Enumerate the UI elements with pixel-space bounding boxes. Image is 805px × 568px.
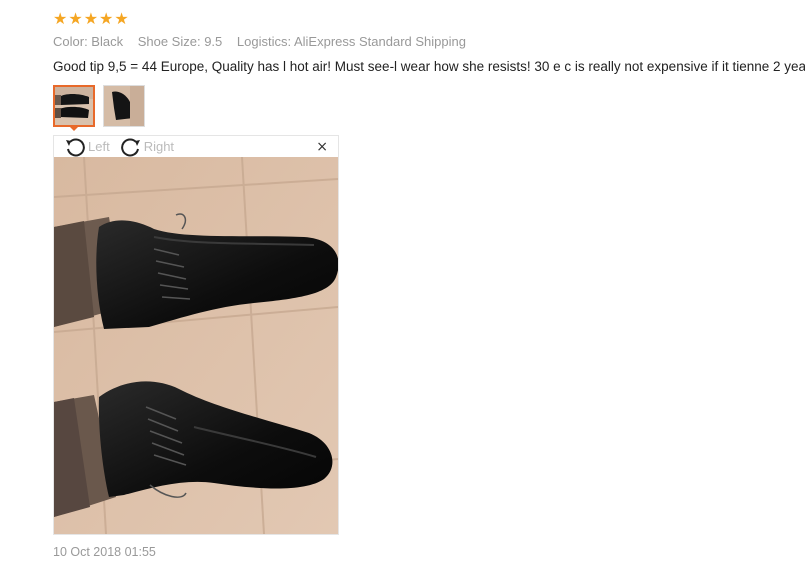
thumbnail-image [55,87,93,125]
thumbnail-2[interactable] [103,85,145,127]
review-meta: Color: Black Shoe Size: 9.5 Logistics: A… [53,34,477,49]
star-icon: ★ [83,9,99,28]
thumbnail-image [104,86,144,126]
image-viewer: Left Right × [53,135,339,535]
meta-logistics: Logistics: AliExpress Standard Shipping [236,34,466,49]
active-thumbnail-pointer [68,125,80,131]
star-icon: ★ [114,9,129,28]
rotate-right-button[interactable]: Right [120,137,174,157]
meta-color: Color: Black [53,34,124,49]
rotate-left-label: Left [88,139,110,154]
review-photo [54,157,338,534]
close-icon[interactable]: × [316,139,328,155]
review-text: Good tip 9,5 = 44 Europe, Quality has l … [53,59,805,74]
thumbnail-strip [53,85,145,127]
rotate-right-icon [120,137,140,156]
viewer-toolbar: Left Right × [54,136,338,157]
rotate-right-label: Right [143,139,175,154]
rating-stars: ★ ★ ★ ★ ★ [53,11,129,27]
thumbnail-1[interactable] [53,85,95,127]
rotate-left-button[interactable]: Left [64,137,110,157]
rotate-left-icon [66,137,85,156]
star-icon: ★ [99,9,114,28]
star-icon: ★ [53,9,68,28]
boots-photo [54,157,338,534]
meta-shoe-size: Shoe Size: 9.5 [137,34,223,49]
review-date: 10 Oct 2018 01:55 [53,545,156,559]
star-icon: ★ [68,9,83,28]
